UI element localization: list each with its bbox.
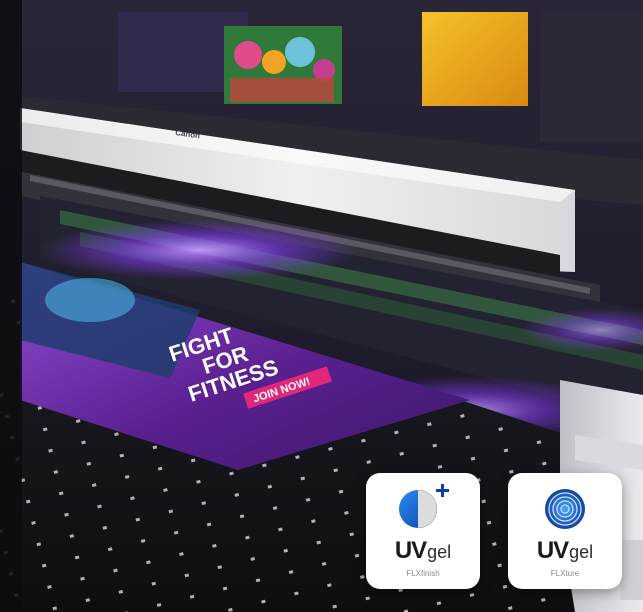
- uv-glow: [40, 220, 360, 280]
- athlete-figure: [45, 278, 135, 322]
- half-moon-plus-icon: [399, 484, 449, 529]
- concentric-rings-icon: [545, 489, 585, 529]
- badge-subtitle-1: FLXfinish: [406, 569, 440, 578]
- uvgel-flxfinish-badge: UVgel FLXfinish: [366, 473, 480, 589]
- brand-uv-text: UV: [394, 537, 427, 564]
- artwork-display: [224, 26, 342, 104]
- photo-scene: Canon FIGHT FOR FITNESS JOIN NOW! UVgel …: [0, 0, 643, 612]
- wall-panel-right: [540, 12, 643, 142]
- left-frame-edge: [0, 0, 22, 612]
- badge-subtitle-2: FLXture: [550, 569, 580, 578]
- brand-gel-text: gel: [569, 542, 594, 562]
- uvgel-brand-1: UVgel: [366, 537, 480, 565]
- uvgel-brand-2: UVgel: [508, 537, 622, 565]
- brand-uv-text: UV: [536, 537, 569, 564]
- uvgel-flxture-badge: UVgel FLXture: [508, 473, 622, 589]
- brand-gel-text: gel: [427, 542, 452, 562]
- wall-panel-yellow: [422, 12, 528, 106]
